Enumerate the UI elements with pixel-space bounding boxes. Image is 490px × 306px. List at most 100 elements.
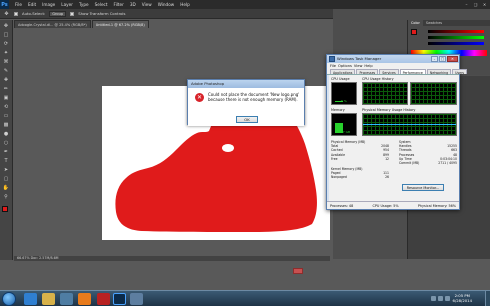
photoshop-menubar: Ps File Edit Image Layer Type Select Fil…: [0, 0, 490, 9]
alert-dialog: Adobe Photoshop ✕ Could not place the do…: [187, 79, 305, 274]
memory-meter: 1.17 GB: [331, 113, 357, 136]
auto-select-dropdown[interactable]: Group: [49, 10, 67, 17]
hand-tool[interactable]: ✋: [3, 185, 10, 191]
memory-label: Memory: [331, 108, 345, 112]
cpu-history-graph-2: [410, 82, 457, 105]
eyedropper-tool[interactable]: ✎: [3, 68, 10, 74]
history-brush-tool[interactable]: ⟲: [3, 104, 10, 110]
menu-window[interactable]: Window: [155, 0, 178, 9]
tab-processes[interactable]: Processes: [356, 69, 379, 75]
menu-filter[interactable]: Filter: [110, 0, 126, 9]
menu-layer[interactable]: Layer: [58, 0, 76, 9]
show-transform-label: Show Transform Controls: [78, 11, 126, 16]
stamp-tool[interactable]: ▣: [3, 95, 10, 101]
cpu-usage-readout: 5 %: [341, 99, 347, 103]
dodge-tool[interactable]: ○: [3, 140, 10, 146]
menu-file[interactable]: File: [12, 0, 25, 9]
maximize-icon[interactable]: □: [439, 56, 446, 62]
minimize-icon[interactable]: –: [431, 56, 438, 62]
color-swatches[interactable]: [1, 206, 11, 216]
auto-select-checkbox[interactable]: [14, 11, 18, 16]
show-desktop-button[interactable]: [485, 291, 490, 306]
auto-select-label: Auto-Select:: [22, 11, 46, 16]
document-tab[interactable]: Adoogle-Crystal.dl... @ 25.4% (RGB/8*): [14, 20, 91, 28]
photoshop-logo: Ps: [0, 0, 9, 9]
menu-select[interactable]: Select: [92, 0, 111, 9]
volume-icon[interactable]: [438, 296, 443, 301]
tab-services[interactable]: Services: [379, 69, 399, 75]
menu-help[interactable]: Help: [177, 0, 193, 9]
memory-history-graph: [362, 113, 457, 136]
error-icon: ✕: [195, 93, 204, 102]
photoshop-status-bar: 66.67% Doc: 2.57M/8.6M: [14, 256, 330, 261]
move-tool[interactable]: ✥: [3, 23, 10, 29]
path-select-tool[interactable]: ➤: [3, 167, 10, 173]
pen-tool[interactable]: ✒: [3, 149, 10, 155]
flag-icon[interactable]: [445, 296, 450, 301]
tools-panel: ✥ □ ⟳ ✦ ⌘ ✎ ✚ ✏ ▣ ⟲ ▭ ▩ ● ○ ✒ T ➤ ▢ ✋ ⚲: [0, 20, 13, 260]
foreground-color-swatch[interactable]: [1, 206, 8, 212]
close-icon[interactable]: ✕: [447, 56, 458, 62]
menu-image[interactable]: Image: [39, 0, 58, 9]
window-controls: – ❑ ✕: [463, 1, 488, 7]
tab-users[interactable]: Users: [452, 69, 468, 75]
ie-icon[interactable]: [24, 293, 37, 305]
cpu-history-graph-1: [362, 82, 408, 105]
blur-tool[interactable]: ●: [3, 131, 10, 137]
color-panel-fg-swatch[interactable]: [411, 29, 417, 35]
task-manager-status-bar: Processes: 48 CPU Usage: 5% Physical Mem…: [327, 201, 459, 209]
lasso-tool[interactable]: ⟳: [3, 41, 10, 47]
marquee-tool[interactable]: □: [3, 32, 10, 38]
red-slider[interactable]: [428, 30, 484, 33]
menu-3d[interactable]: 3D: [127, 0, 139, 9]
firefox-icon[interactable]: [78, 293, 91, 305]
kernel-memory-stats: Kernel Memory (MB) Paged 111 Nonpaged 26: [331, 167, 389, 180]
gradient-tool[interactable]: ▩: [3, 122, 10, 128]
network-icon[interactable]: [431, 296, 436, 301]
photoshop-menu: File Edit Image Layer Type Select Filter…: [12, 0, 193, 9]
tab-performance[interactable]: Performance: [399, 69, 426, 75]
minimize-icon[interactable]: –: [463, 1, 470, 7]
color-panel-tabs: Color Swatches: [408, 20, 490, 26]
resource-monitor-button[interactable]: Resource Monitor...: [402, 184, 444, 191]
ok-button[interactable]: OK: [236, 116, 258, 123]
memory-history-label: Physical Memory Usage History: [362, 108, 416, 112]
type-tool[interactable]: T: [3, 158, 10, 164]
ninja-app-icon[interactable]: [97, 293, 110, 305]
menu-view[interactable]: View: [139, 0, 155, 9]
menu-edit[interactable]: Edit: [25, 0, 39, 9]
alert-title: Adobe Photoshop: [188, 80, 304, 88]
tab-swatches[interactable]: Swatches: [423, 20, 445, 26]
healing-tool[interactable]: ✚: [3, 77, 10, 83]
document-tab-active[interactable]: Untitled-1 @ 67.2% (RGB/8): [91, 20, 149, 28]
alert-message: Could not place the document 'New logo.p…: [208, 92, 300, 102]
system-stats: System Handles 15255 Threads 663 Processes…: [399, 140, 457, 165]
cpu-usage-meter: 5 %: [331, 82, 357, 105]
green-slider[interactable]: [428, 36, 484, 39]
explorer-icon[interactable]: [42, 293, 55, 305]
eraser-tool[interactable]: ▭: [3, 113, 10, 119]
photoshop-taskbar-icon[interactable]: [113, 293, 126, 305]
tab-applications[interactable]: Applications: [330, 69, 356, 75]
menu-type[interactable]: Type: [76, 0, 92, 9]
brush-tool[interactable]: ✏: [3, 86, 10, 92]
crop-tool[interactable]: ⌘: [3, 59, 10, 65]
show-transform-checkbox[interactable]: [70, 11, 75, 16]
cpu-usage-label: CPU Usage: [331, 77, 350, 81]
task-manager-taskbar-icon[interactable]: [130, 293, 143, 305]
blue-slider[interactable]: [428, 42, 484, 45]
zoom-tool[interactable]: ⚲: [3, 194, 10, 200]
media-player-icon[interactable]: [60, 293, 73, 305]
restore-icon[interactable]: ❑: [472, 1, 479, 7]
taskbar-clock[interactable]: 2:05 PM 6/28/2014: [453, 293, 472, 303]
tab-networking[interactable]: Networking: [426, 69, 452, 75]
start-button[interactable]: [2, 292, 16, 306]
quick-select-tool[interactable]: ✦: [3, 50, 10, 56]
system-tray: [431, 296, 450, 301]
shape-tool[interactable]: ▢: [3, 176, 10, 182]
close-icon[interactable]: ✕: [481, 1, 488, 7]
tab-color[interactable]: Color: [408, 20, 423, 26]
move-tool-icon[interactable]: ✥: [3, 11, 10, 17]
shoe-lace-loop: [222, 144, 234, 152]
cpu-history-label: CPU Usage History: [362, 77, 394, 81]
